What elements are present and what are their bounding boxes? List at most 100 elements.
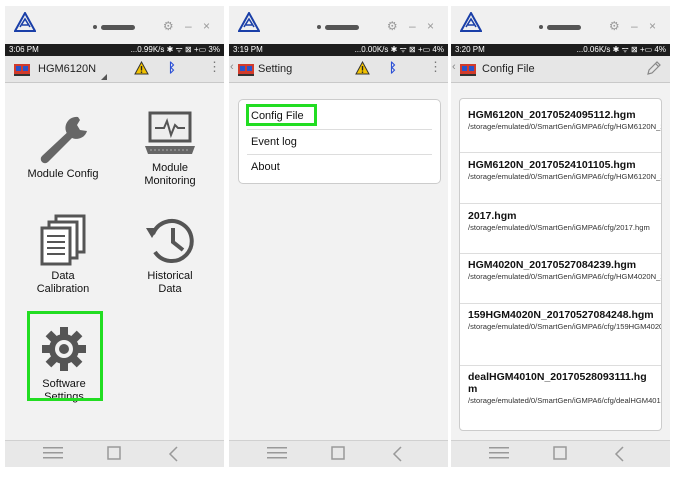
divider (460, 203, 661, 204)
back-chevron-icon[interactable]: ‹ (452, 61, 456, 73)
tile-label-line1: Historical (147, 270, 193, 282)
warning-icon[interactable] (134, 61, 149, 75)
divider (460, 303, 661, 304)
app-bar: ‹ Setting ᛒ ⋮ (229, 56, 448, 83)
window-controls[interactable]: ⚙ – × (387, 19, 438, 33)
list-item[interactable]: dealHGM4010N_20170528093111.hgm /storage… (468, 371, 661, 406)
status-indicators: ...0.00K/s ✱ ᯤ ⊠ +▭ 4% (354, 45, 444, 54)
file-path: /storage/emulated/0/SmartGen/iGMPA6/cfg/… (468, 396, 661, 405)
window-handle[interactable] (547, 25, 581, 30)
config-file-list: HGM6120N_20170524095112.hgm /storage/emu… (459, 98, 662, 431)
window-dot (539, 25, 543, 29)
app-bar: ‹ Config File (451, 56, 670, 83)
list-item[interactable]: 159HGM4020N_20170527084248.hgm /storage/… (468, 309, 661, 332)
window-topbar: ⚙ – × (5, 6, 224, 44)
dropdown-corner-icon[interactable] (101, 74, 107, 80)
status-time: 3:06 PM (9, 45, 39, 54)
screen-title: Config File (482, 63, 535, 75)
history-clock-icon (146, 219, 194, 263)
screen-title: Setting (258, 63, 293, 75)
menu-item-about[interactable]: About (251, 161, 280, 173)
smartgen-logo-icon (238, 12, 260, 32)
documents-icon (40, 214, 86, 266)
file-name: HGM6120N_20170524095112.hgm (468, 109, 636, 121)
divider (247, 129, 432, 130)
list-item[interactable]: HGM4020N_20170527084239.hgm /storage/emu… (468, 259, 662, 282)
back-chevron-icon[interactable]: ‹ (230, 61, 234, 73)
device-title: HGM6120N (38, 63, 97, 75)
divider (460, 253, 661, 254)
menu-item-event-log[interactable]: Event log (251, 136, 297, 148)
monitor-icon (145, 111, 195, 154)
menu-nav-icon[interactable] (267, 446, 287, 465)
tile-label-line2: Monitoring (144, 175, 196, 187)
back-nav-icon[interactable] (392, 446, 402, 467)
file-path: /storage/emulated/0/SmartGen/iGMPA6/cfg/… (468, 322, 661, 331)
generator-app-icon (238, 64, 254, 76)
phone-screen-home: ⚙ – × 3:06 PM ...0.99K/s ✱ ᯤ ⊠ +▭ 3% HGM… (5, 6, 224, 467)
status-bar: 3:06 PM ...0.99K/s ✱ ᯤ ⊠ +▭ 3% (5, 44, 224, 56)
smartgen-logo-icon (14, 12, 36, 32)
file-path: /storage/emulated/0/SmartGen/iGMPA6/cfg/… (468, 172, 662, 181)
file-path: /storage/emulated/0/SmartGen/iGMPA6/cfg/… (468, 122, 662, 131)
overflow-menu-icon[interactable]: ⋮ (429, 59, 442, 75)
window-controls[interactable]: ⚙ – × (163, 19, 214, 33)
smartgen-logo-icon (460, 12, 482, 32)
window-controls[interactable]: ⚙ – × (609, 19, 660, 33)
divider (247, 154, 432, 155)
list-item[interactable]: 2017.hgm /storage/emulated/0/SmartGen/iG… (468, 210, 655, 233)
nav-bar (229, 440, 448, 467)
file-path: /storage/emulated/0/SmartGen/iGMPA6/cfg/… (468, 223, 650, 232)
module-config-tile[interactable]: Module Config (17, 114, 109, 194)
window-topbar: ⚙ – × (229, 6, 448, 44)
home-nav-icon[interactable] (107, 446, 121, 465)
generator-app-icon (460, 64, 476, 76)
list-item[interactable]: HGM6120N_20170524101105.hgm /storage/emu… (468, 159, 662, 182)
warning-icon[interactable] (355, 61, 370, 75)
status-indicators: ...0.06K/s ✱ ᯤ ⊠ +▭ 4% (576, 45, 666, 54)
file-name: HGM4020N_20170527084239.hgm (468, 259, 637, 271)
file-name: dealHGM4010N_20170528093111.hgm (468, 371, 647, 395)
phone-screen-setting: ⚙ – × 3:19 PM ...0.00K/s ✱ ᯤ ⊠ +▭ 4% ‹ S… (229, 6, 448, 467)
overflow-menu-icon[interactable]: ⋮ (208, 59, 221, 75)
wrench-icon (40, 116, 87, 164)
edit-pencil-icon[interactable] (646, 61, 661, 76)
menu-nav-icon[interactable] (489, 446, 509, 465)
bluetooth-icon[interactable]: ᛒ (168, 60, 176, 75)
window-handle[interactable] (325, 25, 359, 30)
file-name: 159HGM4020N_20170527084248.hgm (468, 309, 654, 321)
home-nav-icon[interactable] (553, 446, 567, 465)
tile-label-line1: Module (151, 162, 189, 174)
list-item[interactable]: HGM6120N_20170524095112.hgm /storage/emu… (468, 109, 662, 132)
back-nav-icon[interactable] (168, 446, 178, 467)
historical-data-tile[interactable]: Historical Data (125, 214, 215, 304)
window-topbar: ⚙ – × (451, 6, 670, 44)
generator-app-icon (14, 64, 30, 76)
nav-bar (5, 440, 224, 467)
divider (460, 152, 661, 153)
bluetooth-icon[interactable]: ᛒ (389, 60, 397, 75)
app-bar: HGM6120N ᛒ ⋮ (5, 56, 224, 83)
status-bar: 3:19 PM ...0.00K/s ✱ ᯤ ⊠ +▭ 4% (229, 44, 448, 56)
window-handle[interactable] (101, 25, 135, 30)
window-dot (317, 25, 321, 29)
nav-bar (451, 440, 670, 467)
home-nav-icon[interactable] (331, 446, 345, 465)
file-name: HGM6120N_20170524101105.hgm (468, 159, 636, 171)
status-bar: 3:20 PM ...0.06K/s ✱ ᯤ ⊠ +▭ 4% (451, 44, 670, 56)
data-calibration-tile[interactable]: Data Calibration (17, 214, 109, 304)
module-monitoring-tile[interactable]: Module Monitoring (125, 110, 215, 198)
status-time: 3:20 PM (455, 45, 485, 54)
tile-label-line1: Data (51, 270, 75, 282)
config-file-highlight (246, 104, 317, 126)
status-indicators: ...0.99K/s ✱ ᯤ ⊠ +▭ 3% (130, 45, 220, 54)
tile-label: Module Config (27, 168, 99, 180)
back-nav-icon[interactable] (614, 446, 624, 467)
file-name: 2017.hgm (468, 210, 517, 222)
software-settings-highlight (27, 311, 103, 401)
status-time: 3:19 PM (233, 45, 263, 54)
divider (460, 365, 661, 366)
tile-label-line2: Calibration (36, 283, 90, 295)
file-path: /storage/emulated/0/SmartGen/iGMPA6/cfg/… (468, 272, 662, 281)
menu-nav-icon[interactable] (43, 446, 63, 465)
